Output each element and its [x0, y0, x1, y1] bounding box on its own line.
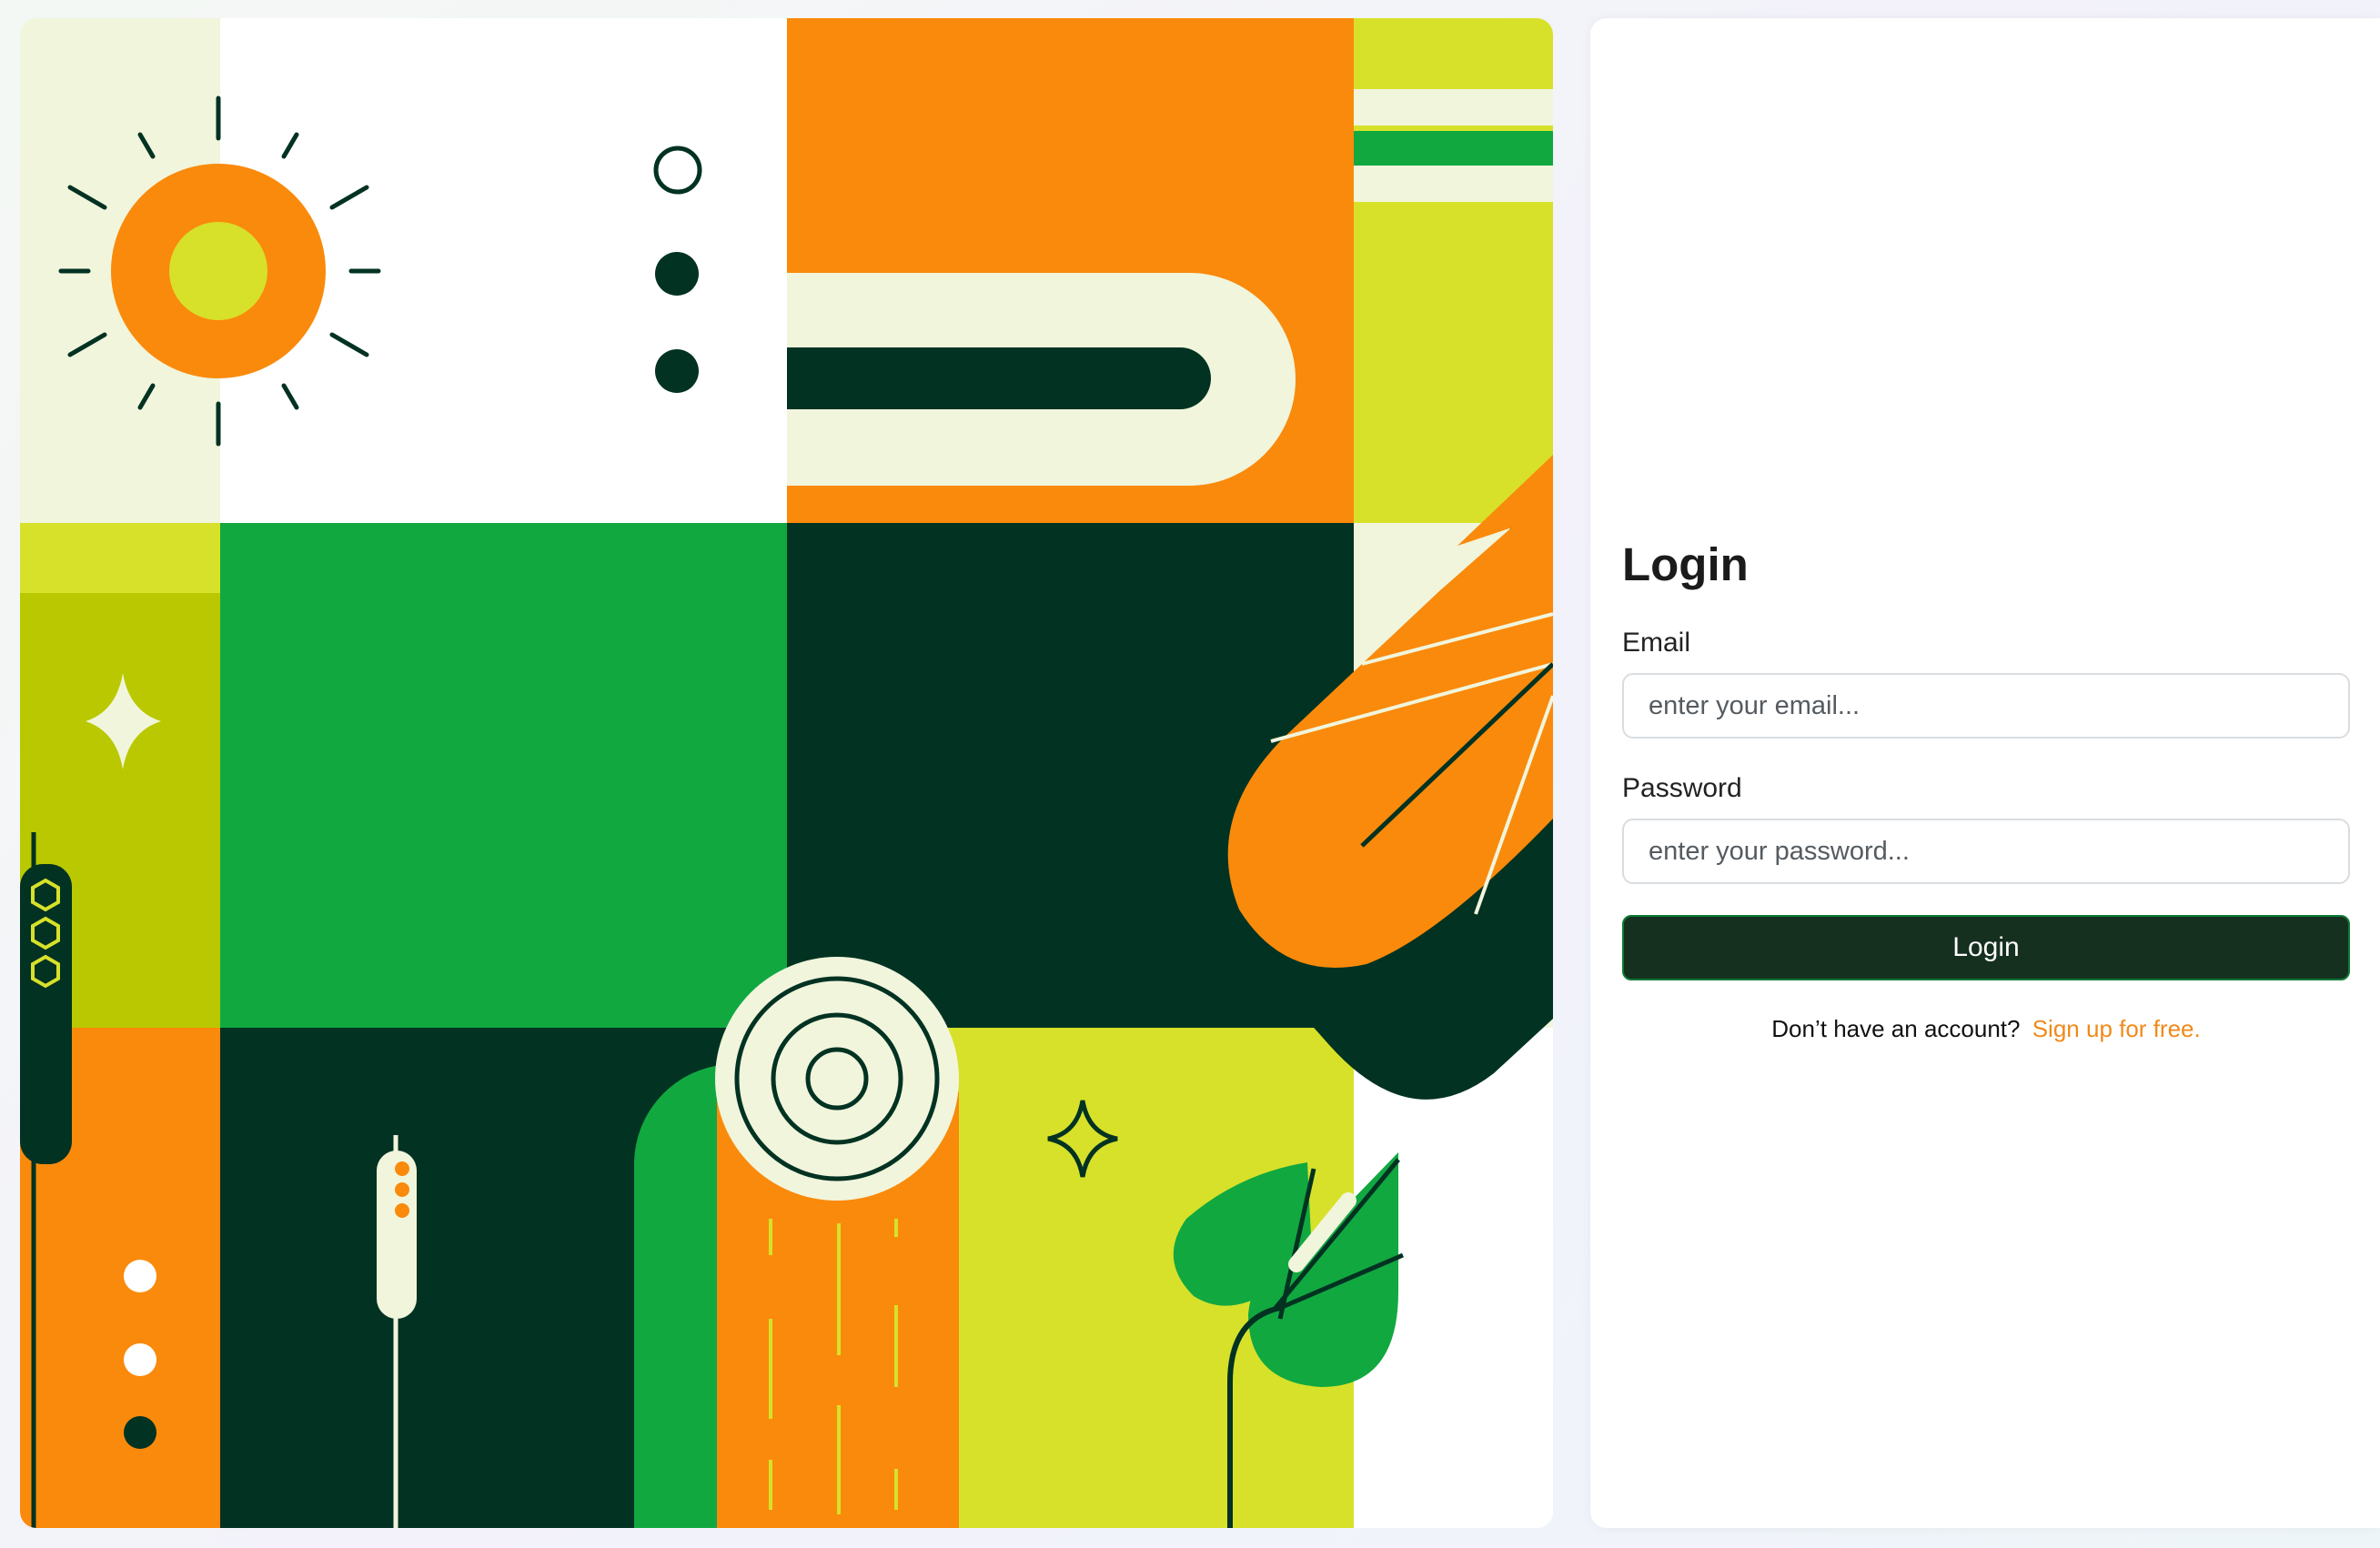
password-label: Password	[1622, 773, 1742, 803]
signup-link[interactable]: Sign up for free.	[2032, 1015, 2201, 1042]
tree-ring-icon	[715, 957, 959, 1201]
abstract-nature-illustration	[20, 18, 1553, 1528]
login-card: Login Email Password Login Don’t have an…	[1590, 18, 2380, 1528]
login-button[interactable]: Login	[1622, 915, 2350, 980]
login-title: Login	[1622, 538, 1749, 590]
email-label: Email	[1622, 628, 1691, 658]
login-form: Login Email Password Login Don’t have an…	[1622, 514, 2350, 1043]
email-input[interactable]	[1622, 673, 2350, 739]
signup-row: Don’t have an account? Sign up for free.	[1622, 1015, 2350, 1043]
illustration-panel	[20, 18, 1553, 1528]
signup-prompt: Don’t have an account?	[1771, 1015, 2021, 1042]
password-input[interactable]	[1622, 819, 2350, 884]
